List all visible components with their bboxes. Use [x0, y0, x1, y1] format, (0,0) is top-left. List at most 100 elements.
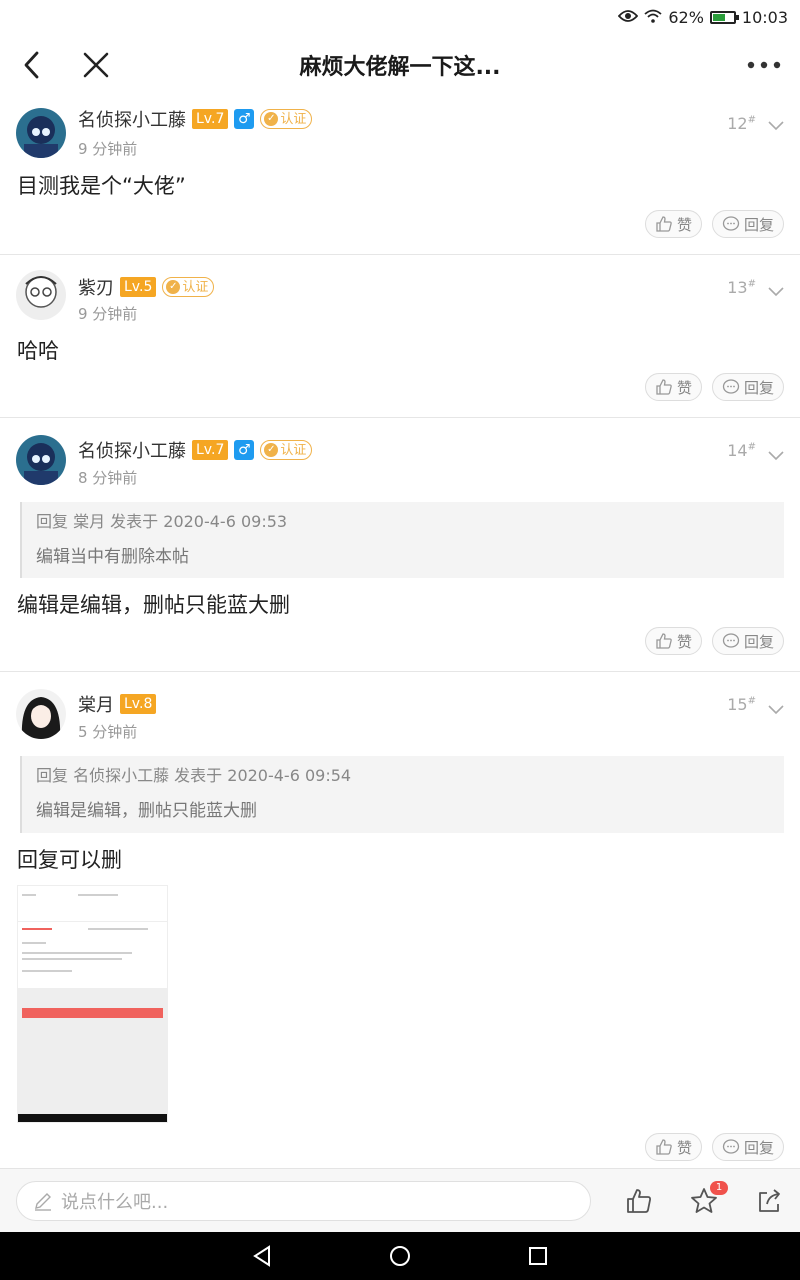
post-actions: 赞 回复 — [644, 373, 784, 401]
quoted-reply[interactable]: 回复 棠月 发表于 2020-4-6 09:53 编辑当中有删除本帖 — [20, 502, 784, 578]
quoted-reply[interactable]: 回复 名侦探小工藤 发表于 2020-4-6 09:54 编辑是编辑，删帖只能蓝… — [20, 756, 784, 833]
quote-header: 回复 棠月 发表于 2020-4-6 09:53 — [36, 512, 288, 531]
level-badge: Lv.5 — [120, 277, 157, 297]
check-icon: ✓ — [264, 443, 279, 457]
post-text: 编辑是编辑，删帖只能蓝大删 — [17, 593, 290, 617]
chevron-down-icon[interactable] — [768, 700, 784, 719]
system-back-button[interactable] — [250, 1244, 274, 1268]
top-navbar: 麻烦大佬解一下这... — [0, 34, 800, 96]
post-actions: 赞 回复 — [644, 1133, 784, 1161]
level-badge: Lv.8 — [120, 694, 157, 714]
floor-number: 13# — [727, 278, 756, 297]
reply-button[interactable]: 回复 — [711, 1133, 784, 1161]
reply-post: 棠月 Lv.8 5 分钟前 15# 回复 名侦探小工藤 发表于 2020-4-6… — [0, 673, 800, 1167]
check-icon: ✓ — [264, 112, 279, 126]
clock: 10:03 — [741, 7, 788, 27]
back-button[interactable] — [10, 43, 54, 87]
username[interactable]: 紫刃 — [78, 274, 114, 300]
thumbs-up-icon — [627, 1189, 651, 1213]
share-button[interactable] — [751, 1183, 787, 1219]
comment-icon — [722, 1139, 740, 1154]
thumbs-up-icon — [656, 1139, 672, 1155]
post-time: 8 分钟前 — [78, 469, 138, 487]
more-dots-icon — [747, 61, 781, 69]
system-recents-button[interactable] — [526, 1244, 550, 1268]
eye-icon — [618, 8, 639, 27]
floor-number: 14# — [727, 441, 756, 460]
reply-button[interactable]: 回复 — [711, 210, 784, 238]
thumbs-up-icon — [656, 379, 672, 395]
check-icon: ✓ — [166, 280, 181, 294]
post-time: 9 分钟前 — [78, 305, 138, 323]
battery-percent: 62% — [668, 7, 704, 27]
username-row: 紫刃 Lv.5 ✓ 认证 — [78, 274, 215, 300]
square-recents-icon — [529, 1247, 547, 1265]
notification-badge: 1 — [710, 1181, 728, 1195]
reply-button[interactable]: 回复 — [711, 373, 784, 401]
like-button[interactable]: 赞 — [644, 627, 702, 655]
post-text: 回复可以删 — [17, 848, 122, 872]
avatar[interactable] — [16, 108, 66, 158]
reply-post: 名侦探小工藤 Lv.7 ♂ ✓ 认证 9 分钟前 12# 目测我是个“大佬” 赞 … — [0, 98, 800, 255]
like-button[interactable]: 赞 — [644, 210, 702, 238]
reply-button[interactable]: 回复 — [711, 627, 784, 655]
comment-bar: 说点什么吧... 1 — [0, 1168, 800, 1232]
username[interactable]: 名侦探小工藤 — [78, 106, 186, 132]
male-gender-icon: ♂ — [234, 109, 255, 129]
post-actions: 赞 回复 — [644, 627, 784, 655]
close-button[interactable] — [74, 43, 118, 87]
thumbnail-red-button — [22, 1008, 163, 1018]
avatar[interactable] — [16, 435, 66, 485]
quote-body: 编辑当中有删除本帖 — [36, 547, 189, 567]
avatar[interactable] — [16, 689, 66, 739]
verified-badge: ✓ 认证 — [260, 440, 313, 460]
floor-number: 12# — [727, 114, 756, 133]
male-gender-icon: ♂ — [234, 440, 255, 460]
username[interactable]: 名侦探小工藤 — [78, 437, 186, 463]
username-row: 名侦探小工藤 Lv.7 ♂ ✓ 认证 — [78, 437, 313, 463]
close-icon — [83, 52, 109, 78]
post-text: 哈哈 — [17, 339, 59, 363]
like-button[interactable]: 赞 — [644, 373, 702, 401]
wifi-icon — [644, 8, 662, 27]
like-thread-button[interactable] — [621, 1183, 657, 1219]
level-badge: Lv.7 — [192, 440, 229, 460]
comment-icon — [722, 633, 740, 648]
triangle-back-icon — [253, 1245, 270, 1267]
comment-icon — [722, 216, 740, 231]
post-actions: 赞 回复 — [644, 210, 784, 238]
thumbnail-header — [18, 886, 167, 922]
quote-body: 编辑是编辑，删帖只能蓝大删 — [36, 801, 257, 821]
post-text: 目测我是个“大佬” — [17, 174, 186, 198]
circle-home-icon — [390, 1246, 410, 1266]
system-home-button[interactable] — [388, 1244, 412, 1268]
username-row: 棠月 Lv.8 — [78, 691, 157, 717]
level-badge: Lv.7 — [192, 109, 229, 129]
thumbs-up-icon — [656, 216, 672, 232]
chevron-down-icon[interactable] — [768, 446, 784, 465]
like-button[interactable]: 赞 — [644, 1133, 702, 1161]
attached-screenshot-image[interactable] — [17, 885, 168, 1123]
comment-icon — [722, 379, 740, 394]
favorite-button[interactable]: 1 — [686, 1181, 728, 1219]
system-navigation-bar — [0, 1232, 800, 1280]
comment-input[interactable]: 说点什么吧... — [16, 1181, 591, 1221]
thumbs-up-icon — [656, 633, 672, 649]
username[interactable]: 棠月 — [78, 691, 114, 717]
pencil-icon — [35, 1193, 51, 1211]
chevron-down-icon[interactable] — [768, 116, 784, 135]
reply-post: 名侦探小工藤 Lv.7 ♂ ✓ 认证 8 分钟前 14# 回复 棠月 发表于 20… — [0, 419, 800, 672]
quote-header: 回复 名侦探小工藤 发表于 2020-4-6 09:54 — [36, 766, 352, 785]
more-button[interactable] — [742, 43, 786, 87]
battery-icon — [709, 10, 739, 24]
post-time: 5 分钟前 — [78, 723, 138, 741]
comment-placeholder: 说点什么吧... — [61, 1192, 169, 1213]
post-time: 9 分钟前 — [78, 140, 138, 158]
share-icon — [759, 1189, 780, 1212]
chevron-down-icon[interactable] — [768, 282, 784, 301]
page-title: 麻烦大佬解一下这... — [299, 55, 501, 80]
floor-number: 15# — [727, 695, 756, 714]
reply-post: 紫刃 Lv.5 ✓ 认证 9 分钟前 13# 哈哈 赞 回复 — [0, 256, 800, 418]
avatar[interactable] — [16, 270, 66, 320]
status-bar: 62% 10:03 — [0, 0, 800, 34]
